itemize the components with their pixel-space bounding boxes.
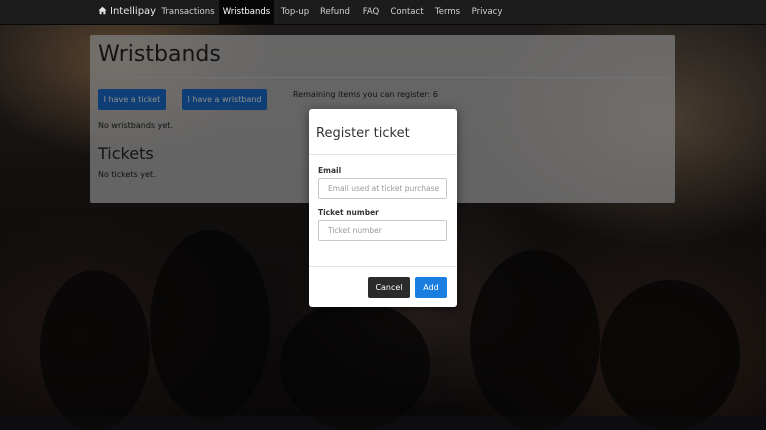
email-field[interactable]: Email used at ticket purchase bbox=[318, 178, 447, 199]
nav-wristbands[interactable]: Wristbands bbox=[219, 0, 274, 24]
nav-privacy[interactable]: Privacy bbox=[467, 0, 507, 24]
register-ticket-modal: Register ticket Email Email used at tick… bbox=[309, 109, 457, 307]
ticket-number-field[interactable]: Ticket number bbox=[318, 220, 447, 241]
modal-title: Register ticket bbox=[316, 126, 410, 141]
cancel-button[interactable]: Cancel bbox=[368, 277, 410, 298]
nav-refund[interactable]: Refund bbox=[316, 0, 354, 24]
modal-header-divider bbox=[309, 154, 457, 155]
brand-name: Intellipay bbox=[110, 6, 157, 17]
modal-footer-divider bbox=[309, 266, 457, 267]
nav-contact[interactable]: Contact bbox=[387, 0, 427, 24]
nav-faq[interactable]: FAQ bbox=[357, 0, 385, 24]
home-icon bbox=[98, 1, 107, 15]
nav-terms[interactable]: Terms bbox=[430, 0, 465, 24]
top-navbar: Intellipay Transactions Wristbands Top-u… bbox=[0, 0, 766, 25]
nav-transactions[interactable]: Transactions bbox=[159, 0, 217, 24]
email-label: Email bbox=[318, 166, 342, 175]
ticket-number-label: Ticket number bbox=[318, 208, 379, 217]
brand-link[interactable]: Intellipay bbox=[98, 0, 156, 24]
nav-top-up[interactable]: Top-up bbox=[276, 0, 314, 24]
add-button[interactable]: Add bbox=[415, 277, 447, 298]
